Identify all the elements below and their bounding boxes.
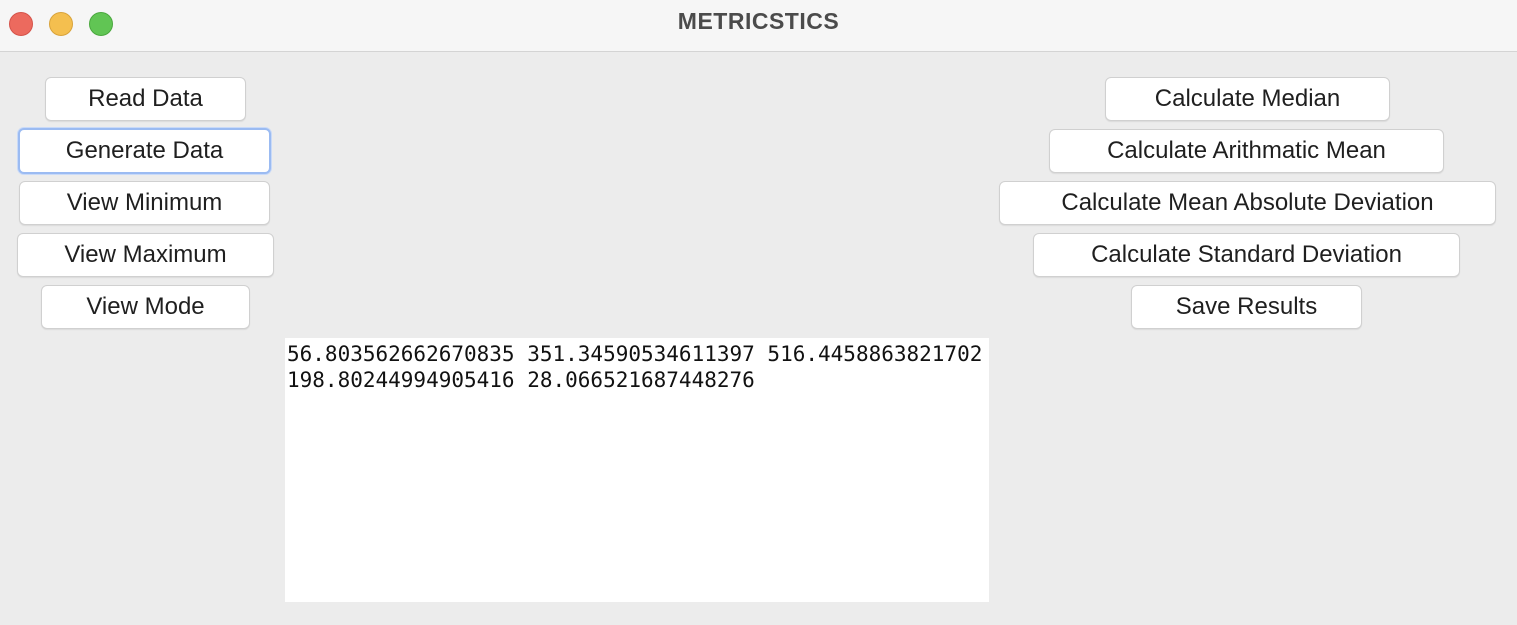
window-title: METRICSTICS xyxy=(677,8,840,34)
view-maximum-button[interactable]: View Maximum xyxy=(17,233,274,277)
read-data-button[interactable]: Read Data xyxy=(45,77,246,121)
calculate-median-button[interactable]: Calculate Median xyxy=(1105,77,1390,121)
save-results-button[interactable]: Save Results xyxy=(1131,285,1362,329)
calculate-arithmetic-mean-button[interactable]: Calculate Arithmatic Mean xyxy=(1049,129,1444,173)
title-bar: METRICSTICS xyxy=(0,0,1517,52)
app-window: METRICSTICS Read Data Generate Data View… xyxy=(0,0,1517,625)
generate-data-button[interactable]: Generate Data xyxy=(18,128,271,174)
calculate-mean-absolute-deviation-button[interactable]: Calculate Mean Absolute Deviation xyxy=(999,181,1496,225)
calculate-standard-deviation-button[interactable]: Calculate Standard Deviation xyxy=(1033,233,1460,277)
view-mode-button[interactable]: View Mode xyxy=(41,285,250,329)
output-text-area[interactable]: 56.803562662670835 351.34590534611397 51… xyxy=(285,338,989,602)
view-minimum-button[interactable]: View Minimum xyxy=(19,181,270,225)
